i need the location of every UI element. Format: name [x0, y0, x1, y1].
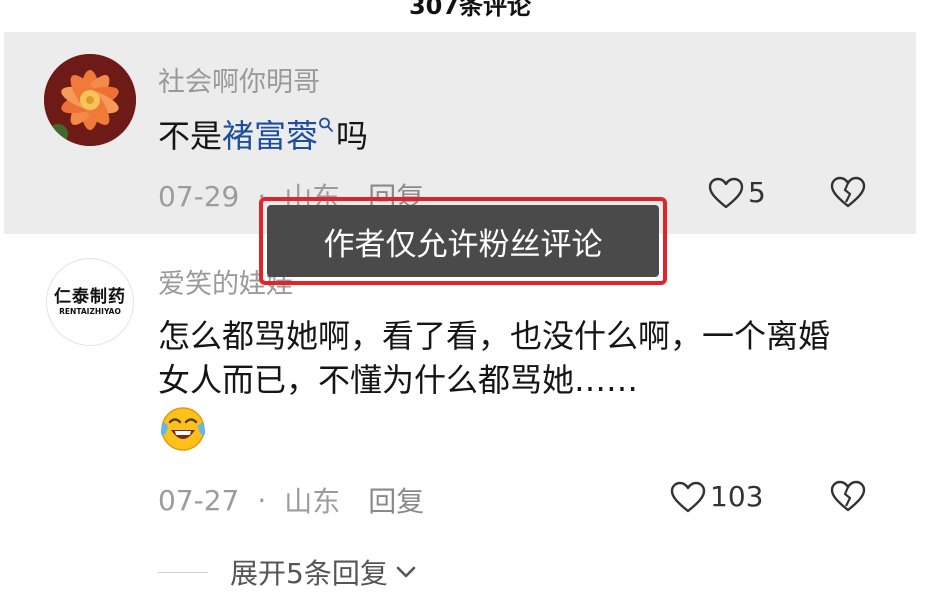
reply-button[interactable]: 回复 — [368, 480, 424, 520]
comment-text-suffix: 吗 — [336, 117, 369, 155]
meta-separator: · — [257, 483, 267, 517]
dislike-button[interactable] — [830, 480, 866, 516]
comment-text: 不是褚富蓉吗 — [158, 114, 368, 158]
expand-replies-button[interactable]: 展开5条回复 — [158, 552, 416, 592]
toast-text: 作者仅允许粉丝评论 — [323, 226, 603, 263]
laughing-crying-emoji-icon — [160, 407, 206, 451]
like-count: 103 — [710, 480, 764, 513]
comment-body: 怎么都骂她啊，看了看，也没什么啊，一个离婚女人而已，不懂为什么都骂她…… — [158, 317, 831, 399]
expand-replies-label: 展开5条回复 — [230, 557, 388, 590]
like-count: 5 — [748, 176, 766, 209]
comment-username[interactable]: 社会啊你明哥 — [158, 60, 320, 99]
comment-date: 07-27 — [158, 483, 240, 517]
heart-icon — [708, 177, 744, 208]
comment-date: 07-29 — [158, 179, 240, 213]
heart-icon — [670, 481, 706, 512]
broken-heart-icon — [830, 176, 866, 208]
comments-count-title: 307条评论 — [408, 0, 532, 20]
like-button[interactable]: 103 — [670, 480, 763, 513]
mention-link[interactable]: 褚富蓉 — [222, 117, 318, 155]
toast-annotation-frame: 作者仅允许粉丝评论 — [259, 197, 667, 285]
comment-meta: 07-27 · 山东 回复 — [158, 480, 424, 520]
comment-location: 山东 — [284, 485, 341, 518]
avatar[interactable] — [44, 54, 136, 146]
like-button[interactable]: 5 — [708, 176, 766, 209]
divider — [158, 571, 208, 573]
dislike-button[interactable] — [830, 176, 866, 212]
avatar-logo-text: 仁泰制药 — [54, 287, 126, 307]
comment-text-prefix: 不是 — [158, 117, 223, 155]
toast-message: 作者仅允许粉丝评论 — [267, 205, 659, 277]
chevron-down-icon — [396, 566, 416, 578]
search-icon[interactable] — [318, 116, 334, 134]
broken-heart-icon — [830, 480, 866, 512]
comment-text: 怎么都骂她啊，看了看，也没什么啊，一个离婚女人而已，不懂为什么都骂她…… — [158, 314, 858, 452]
avatar[interactable]: 仁泰制药 RENTAIZHIYAO — [46, 258, 134, 346]
avatar-logo-subtext: RENTAIZHIYAO — [59, 307, 121, 316]
